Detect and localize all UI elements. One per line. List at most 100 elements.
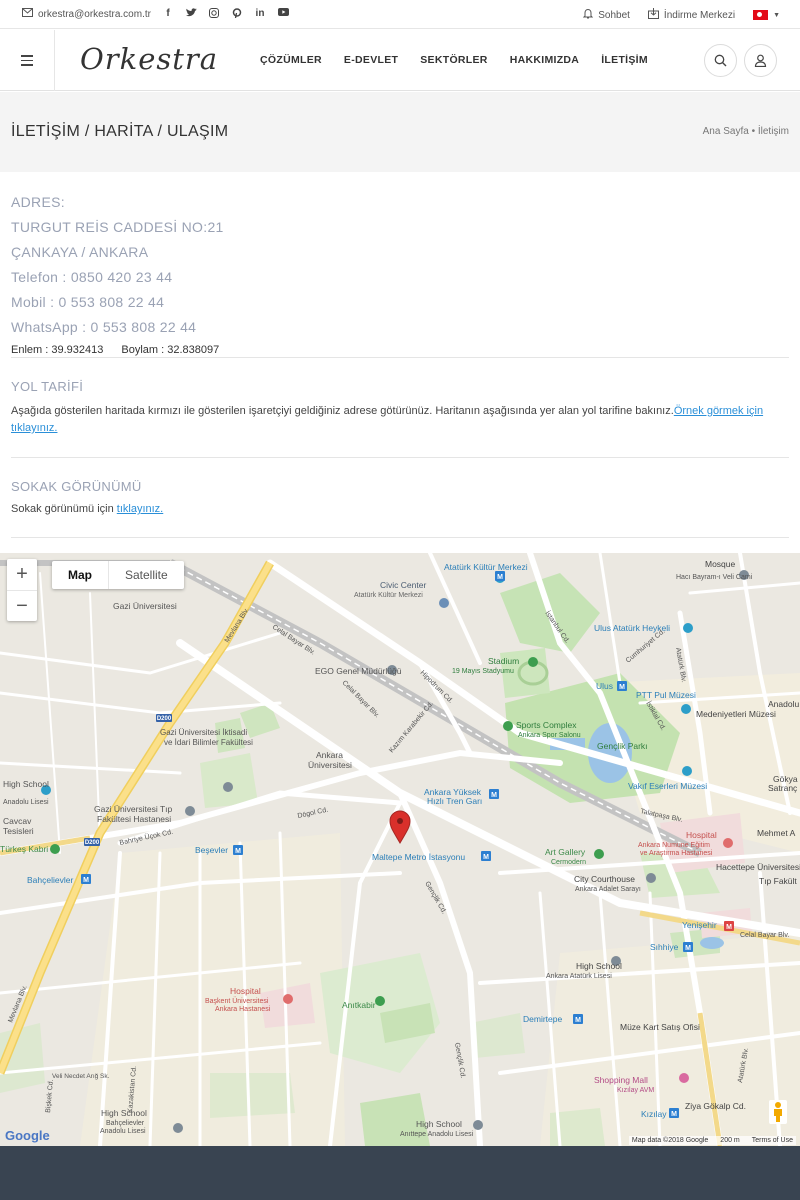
map-label: EGO Genel Müdürlüğü — [315, 666, 402, 676]
map-scale[interactable]: 200 m — [720, 1137, 739, 1144]
google-map[interactable]: M M M M M M M M M M D200 D200 Atatürk Kü… — [0, 553, 800, 1146]
language-select[interactable]: ▼ — [753, 10, 780, 20]
download-center-link[interactable]: İndirme Merkezi — [647, 8, 736, 22]
map-label: Ankara Spor Salonu — [518, 732, 581, 739]
map-label: Bahçelievler — [106, 1120, 145, 1127]
svg-text:D200: D200 — [85, 840, 100, 846]
download-icon — [647, 8, 659, 22]
chat-label: Sohbet — [598, 9, 630, 21]
user-account-button[interactable] — [744, 44, 777, 77]
svg-text:M: M — [575, 1017, 581, 1024]
chat-link[interactable]: Sohbet — [583, 8, 630, 22]
address-label: ADRES: — [11, 194, 65, 210]
street-view-link[interactable]: tıklayınız. — [117, 503, 163, 515]
map-label: Fakültesi Hastanesi — [97, 814, 171, 824]
street-view-text: Sokak görünümü için tıklayınız. — [11, 501, 789, 518]
page-title: İLETİŞİM / HARİTA / ULAŞIM — [11, 123, 229, 140]
menu-toggle-button[interactable] — [0, 30, 55, 91]
map-label: Başkent Üniversitesi — [205, 997, 269, 1005]
map-label: High School — [576, 961, 622, 971]
map-label: High School — [416, 1119, 462, 1129]
linkedin-icon[interactable]: in — [254, 8, 266, 21]
phone-number[interactable]: Telefon : 0850 420 23 44 — [11, 265, 789, 290]
map-label: Müze Kart Satış Ofisi — [620, 1022, 700, 1032]
map-label: Anadolu — [768, 699, 799, 709]
map-label: Gazi Üniversitesi Tıp — [94, 804, 173, 814]
map-label: 19 Mayıs Stadyumu — [452, 668, 514, 675]
svg-text:M: M — [726, 924, 732, 931]
map-label: Kızılay — [641, 1109, 667, 1119]
map-label: Ankara — [316, 750, 343, 760]
map-label: City Courthouse — [574, 874, 635, 884]
map-label: ve Araştırma Hastanesi — [640, 850, 713, 857]
youtube-icon[interactable] — [277, 8, 289, 21]
map-label: Shopping Mall — [594, 1075, 648, 1085]
search-button[interactable] — [704, 44, 737, 77]
divider — [11, 457, 789, 458]
svg-text:M: M — [619, 684, 625, 691]
nav-item-iletisim[interactable]: İLETİŞİM — [601, 54, 648, 66]
map-label: Sports Complex — [516, 720, 577, 730]
coordinates: Enlem : 39.932413 Boylam : 32.838097 — [11, 344, 789, 356]
map-label: Cermodern — [551, 859, 586, 866]
map-label: Art Gallery — [545, 847, 586, 857]
breadcrumb-home[interactable]: Ana Sayfa — [703, 126, 749, 137]
social-links: f in — [162, 8, 289, 21]
user-icon — [754, 54, 767, 67]
map-attribution: Map data ©2018 Google 200 m Terms of Use — [628, 1136, 796, 1145]
google-logo[interactable]: Google — [5, 1128, 50, 1143]
envelope-icon — [22, 8, 33, 20]
longitude: Boylam : 32.838097 — [121, 344, 220, 356]
footer — [0, 1146, 800, 1200]
map-label: Mehmet A — [757, 828, 796, 838]
address-line-1: TURGUT REİS CADDESİ NO:21 — [11, 219, 224, 235]
zoom-in-button[interactable]: + — [7, 559, 37, 590]
nav-item-sektorler[interactable]: SEKTÖRLER — [420, 54, 487, 66]
twitter-icon[interactable] — [185, 8, 197, 21]
map-label: Anadolu Lisesi — [3, 799, 49, 806]
breadcrumb-current: İletişim — [757, 126, 789, 137]
email-link[interactable]: orkestra@orkestra.com.tr — [22, 8, 151, 20]
nav-item-e-devlet[interactable]: E-DEVLET — [344, 54, 398, 66]
map-label: High School — [101, 1108, 147, 1118]
chevron-down-icon: ▼ — [773, 11, 780, 19]
map-label: Hospital — [230, 986, 261, 996]
map-label: Gençlik Parkı — [597, 741, 648, 751]
map-label: Medeniyetleri Müzesi — [696, 709, 776, 719]
svg-text:M: M — [83, 877, 89, 884]
map-label: Celal Bayar Blv. — [740, 932, 789, 939]
map-label: Hacı Bayram-ı Veli Cami — [676, 574, 753, 581]
directions-title: YOL TARİFİ — [11, 379, 84, 394]
instagram-icon[interactable] — [208, 8, 220, 21]
site-logo[interactable]: Orkestra — [80, 42, 218, 76]
pinterest-icon[interactable] — [231, 8, 243, 21]
download-label: İndirme Merkezi — [663, 9, 736, 21]
zoom-control: + − — [7, 559, 37, 621]
zoom-out-button[interactable]: − — [7, 590, 37, 621]
nav-item-hakkimizda[interactable]: HAKKIMIZDA — [510, 54, 580, 66]
map-label: Gazi Üniversitesi İktisadi — [160, 728, 247, 737]
map-label: Ulus — [596, 681, 613, 691]
email-text: orkestra@orkestra.com.tr — [38, 8, 151, 20]
main-header: Orkestra ÇÖZÜMLER E-DEVLET SEKTÖRLER HAK… — [0, 30, 800, 91]
mobile-number[interactable]: Mobil : 0 553 808 22 44 — [11, 290, 789, 315]
map-label: Anıtkabir — [342, 1000, 376, 1010]
map-label: Ankara Adalet Sarayı — [575, 886, 641, 893]
breadcrumb: Ana Sayfa • İletişim — [703, 126, 789, 137]
svg-text:M: M — [497, 574, 503, 581]
map-label: ve İdari Bilimler Fakültesi — [164, 738, 253, 747]
map-label: Tıp Fakült — [759, 876, 797, 886]
svg-text:M: M — [235, 848, 241, 855]
pegman-icon[interactable] — [769, 1100, 787, 1124]
map-label: PTT Pul Müzesi — [636, 690, 696, 700]
terms-link[interactable]: Terms of Use — [752, 1137, 793, 1144]
street-view-description: Sokak görünümü için — [11, 503, 117, 515]
map-type-map-button[interactable]: Map — [52, 561, 109, 589]
map-type-satellite-button[interactable]: Satellite — [109, 561, 184, 589]
map-label: Sıhhiye — [650, 942, 679, 952]
map-label: Atatürk Kültür Merkezi — [354, 592, 423, 599]
nav-item-cozumler[interactable]: ÇÖZÜMLER — [260, 54, 322, 66]
facebook-icon[interactable]: f — [162, 8, 174, 21]
map-canvas[interactable]: M M M M M M M M M M D200 D200 Atatürk Kü… — [0, 553, 800, 1146]
whatsapp-number[interactable]: WhatsApp : 0 553 808 22 44 — [11, 315, 789, 340]
